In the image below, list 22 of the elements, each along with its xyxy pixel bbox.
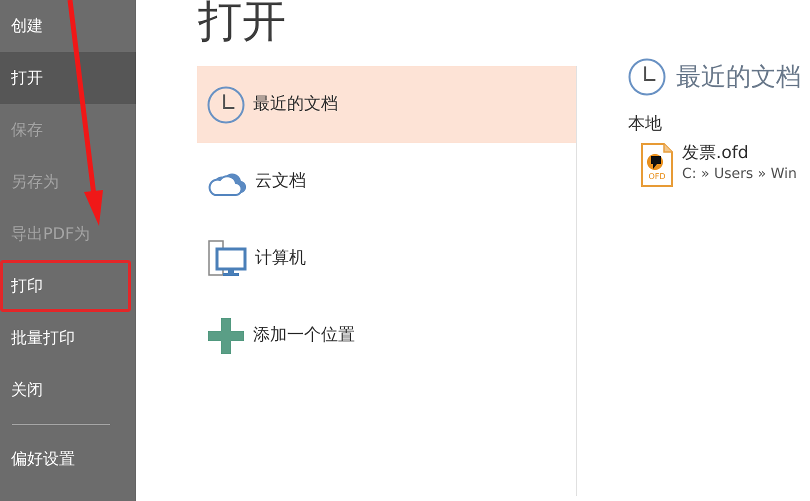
group-label: 本地 bbox=[628, 113, 663, 136]
clock-icon bbox=[628, 58, 666, 96]
location-item[interactable]: 计算机 bbox=[197, 220, 576, 297]
clock-icon bbox=[207, 86, 245, 124]
ofd-file-icon bbox=[640, 142, 674, 188]
location-item[interactable]: 添加一个位置 bbox=[197, 297, 576, 374]
location-item[interactable]: 云文档 bbox=[197, 143, 576, 220]
sidebar-item[interactable]: 偏好设置 bbox=[0, 433, 136, 485]
plus-icon bbox=[207, 316, 245, 354]
sidebar-item[interactable]: 打印 bbox=[0, 260, 131, 312]
panel-heading: 最近的文档 bbox=[676, 61, 801, 94]
location-item[interactable]: 最近的文档 bbox=[197, 66, 576, 143]
file-icon-label: OFD bbox=[647, 172, 667, 180]
sidebar-item[interactable]: 创建 bbox=[0, 0, 136, 52]
file-name: 发票.ofd bbox=[682, 142, 750, 164]
sidebar-item[interactable]: 批量打印 bbox=[0, 312, 136, 364]
recent-file[interactable]: OFD 发票.ofd C: » Users » Win bbox=[640, 142, 801, 188]
sidebar-item[interactable]: 关闭 bbox=[0, 364, 136, 416]
sidebar-item[interactable]: 打开 bbox=[0, 52, 136, 104]
file-path: C: » Users » Win bbox=[682, 164, 797, 184]
computer-icon bbox=[207, 238, 247, 278]
page-title: 打开 bbox=[198, 0, 286, 49]
